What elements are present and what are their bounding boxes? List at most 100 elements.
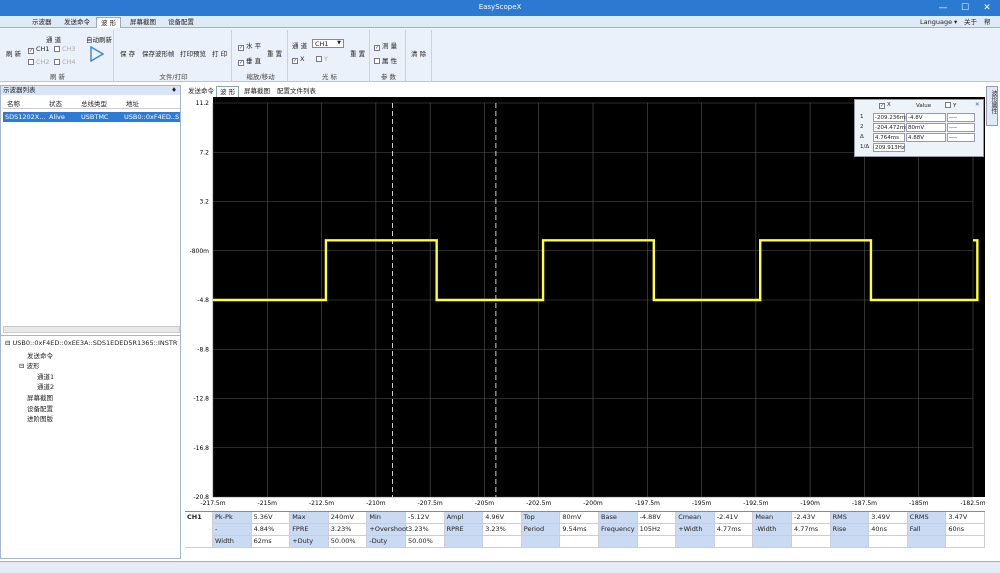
waveform-chart[interactable]: 11.27.23.2-800m-4.8-8.8-12.8-16.8-20.8-2… (185, 97, 986, 510)
params-group-label: 参 数 (380, 73, 397, 81)
play-icon[interactable] (90, 46, 104, 62)
y-tick-label: -16.8 (193, 445, 209, 452)
auto-refresh-label: 自动刷新 (86, 36, 112, 44)
file-group-label: 文件/打印 (159, 73, 188, 81)
minimize-button[interactable]: — (932, 1, 954, 15)
print-preview-button[interactable]: 打印预览 (180, 48, 206, 58)
tree-item-channel2[interactable]: 通道2 (37, 381, 54, 391)
tree-item-waveform[interactable]: ⊟ 波形 (19, 360, 40, 370)
y-tick-label: -800m (190, 248, 210, 255)
x-tick-label: -192.5m (743, 500, 768, 507)
measure-value: 5.36V (251, 512, 291, 524)
col-status[interactable]: 状态 (49, 98, 62, 108)
cursor-cell-x: -204.472ms (873, 123, 908, 132)
col-addr[interactable]: 地址 (126, 98, 139, 108)
attr-checkbox[interactable]: 属 性 (374, 55, 397, 65)
measure-value: 3.47V (946, 512, 985, 524)
vertical-checkbox[interactable]: ✓ 垂 直 (238, 55, 261, 66)
y-tick-label: 3.2 (199, 199, 209, 206)
col-bus[interactable]: 总线类型 (81, 98, 107, 108)
menu-send-command[interactable]: 发送命令 (60, 17, 94, 28)
scope-list-panel: 示波器列表 ♦ 名称 状态 总线类型 地址 SDS1202X... Alive U… (0, 85, 181, 559)
measure-value: 80mV (560, 512, 599, 524)
x-tick-label: -217.5m (200, 500, 225, 507)
x-tick-label: -210m (366, 500, 386, 507)
title-bar: EasyScopeX — ☐ ✕ (0, 0, 1000, 16)
measure-label: RMS (830, 512, 870, 524)
measure-value: 3.23% (483, 524, 522, 536)
cursor-reset-button[interactable]: 重 置 (350, 48, 365, 58)
measure-label: Min (367, 512, 406, 524)
measure-value: 60ns (946, 524, 985, 536)
panel-title: 示波器列表 ♦ (1, 86, 180, 95)
waveform-display[interactable]: 11.2 7.2 3.2 -800m -4.8 -8.8 -12.8 -16.8 -20.8 -2… (185, 97, 986, 510)
measure-checkbox[interactable]: ✓ 测 量 (374, 40, 397, 51)
measure-value: -4.88V (637, 512, 677, 524)
waveform-properties-tab[interactable]: 波形属性 (986, 86, 998, 126)
measure-value: 4.77ms (714, 524, 754, 536)
measure-label (521, 536, 561, 548)
ch1-checkbox[interactable]: ✓ CH1 (28, 45, 50, 54)
tab-config-files[interactable]: 配置文件列表 (274, 86, 319, 97)
row-bus: USBTMC (81, 113, 109, 121)
cursor-cell-x: 209.913Hz (873, 143, 905, 152)
measure-label: +Overshoot (367, 524, 408, 536)
zoom-reset-button[interactable]: 重 置 (267, 48, 282, 58)
measure-label: Fall (907, 524, 947, 536)
menu-help[interactable]: 帮助 (980, 17, 1000, 36)
cursor-y-checkbox[interactable]: Y (316, 55, 328, 63)
menu-waveform[interactable]: 波 形 (96, 17, 122, 28)
menu-device-config[interactable]: 设备配置 (164, 17, 198, 28)
cursor-readout-panel: ✓ X Value Y ✕ 1 -209.236ms -4.8V ---- 2 -204.4… (854, 99, 984, 157)
tree-item-device-config[interactable]: 设备配置 (27, 403, 53, 413)
tree-item-screenshot[interactable]: 屏幕截图 (27, 392, 53, 402)
pin-icon[interactable]: ♦ (171, 86, 177, 95)
tree-item-channel1[interactable]: 通道1 (37, 371, 54, 381)
waveform-properties-label: 波形属性 (990, 90, 997, 114)
col-name[interactable]: 名称 (7, 98, 20, 108)
tab-screenshot[interactable]: 屏幕截图 (241, 86, 273, 97)
cursor-channel-value: CH1 (315, 40, 329, 48)
menu-about[interactable]: 关于 (960, 17, 981, 28)
cursor-x-toggle[interactable]: ✓ X (879, 102, 891, 109)
measure-label (444, 536, 484, 548)
x-tick-label: -187.5m (852, 500, 877, 507)
cursor-row-label: 1 (860, 114, 864, 120)
close-icon[interactable]: ✕ (975, 102, 980, 108)
window-title: EasyScopeX (478, 3, 522, 11)
table-row[interactable]: SDS1202X... Alive USBTMC USB0::0xF4ED...… (3, 112, 180, 122)
row-name: SDS1202X... (5, 113, 46, 121)
measure-label: Top (521, 512, 561, 524)
header-divider (3, 108, 180, 109)
tree-item-send-command[interactable]: 发送命令 (27, 350, 53, 360)
cursor-channel-select[interactable]: CH1 ▼ (312, 39, 344, 48)
measure-value: 4.96V (483, 512, 522, 524)
close-button[interactable]: ✕ (976, 1, 998, 15)
tab-send-command[interactable]: 发送命令 (185, 86, 217, 97)
horizontal-checkbox[interactable]: ✓ 水 平 (238, 40, 261, 51)
menu-oscilloscope[interactable]: 示波器 (28, 17, 56, 28)
horizontal-scrollbar[interactable] (3, 326, 180, 333)
x-tick-label: -197.5m (635, 500, 660, 507)
clear-group: 清 除 (408, 30, 432, 82)
refresh-button[interactable]: 刷 新 (6, 48, 21, 58)
cursor-x-label: X (300, 55, 305, 63)
cursor-y-toggle[interactable]: Y (945, 102, 956, 109)
tree-root[interactable]: ⊟ USB0::0xF4ED::0xEE3A::SDS1EDED5R1365::… (5, 339, 177, 347)
x-tick-label: -182.5m (960, 500, 985, 507)
print-button[interactable]: 打 印 (212, 48, 227, 58)
clear-button[interactable]: 清 除 (411, 48, 426, 58)
measure-label (830, 536, 870, 548)
maximize-button[interactable]: ☐ (954, 1, 976, 15)
tab-waveform[interactable]: 波 形 (216, 86, 240, 97)
ch3-checkbox[interactable]: CH3 (54, 45, 76, 53)
menu-screenshot[interactable]: 屏幕截图 (126, 17, 160, 28)
save-waveform-button[interactable]: 保存波形帧 (142, 48, 175, 58)
measure-value (792, 536, 831, 548)
save-button[interactable]: 保 存 (120, 48, 135, 58)
cursor-cell-y: ---- (947, 113, 975, 122)
tree-item-advanced[interactable]: 进阶图版 (27, 413, 53, 423)
ch2-checkbox[interactable]: CH2 (28, 58, 50, 66)
ch4-checkbox[interactable]: CH4 (54, 58, 76, 66)
cursor-x-checkbox[interactable]: ✓ X (292, 55, 304, 64)
